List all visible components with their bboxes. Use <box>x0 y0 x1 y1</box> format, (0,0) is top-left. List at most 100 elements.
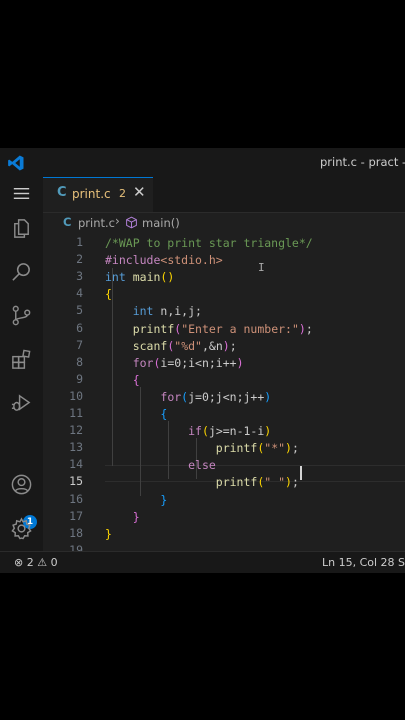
account-icon[interactable] <box>10 473 33 496</box>
code-token: #include <box>105 253 161 268</box>
code-line[interactable]: { <box>105 406 167 423</box>
code-line[interactable]: for(i=0;i<n;i++) <box>105 355 244 372</box>
menu-icon[interactable] <box>10 182 33 205</box>
code-token: { <box>105 287 112 302</box>
breadcrumb-symbol[interactable]: main() <box>142 216 180 230</box>
c-file-icon: C <box>63 215 72 229</box>
source-control-icon[interactable] <box>10 304 33 327</box>
code-token: ) <box>222 338 230 353</box>
code-token: int <box>132 304 154 319</box>
code-line[interactable]: #include<stdio.h> <box>105 252 223 269</box>
explorer-icon[interactable] <box>10 217 33 240</box>
line-number: 4 <box>76 286 83 301</box>
settings-gear-icon[interactable] <box>10 517 33 540</box>
code-token: " " <box>264 475 286 490</box>
run-debug-icon[interactable] <box>10 391 33 414</box>
code-token: } <box>160 492 168 507</box>
line-number: 2 <box>76 252 83 267</box>
code-token: "%d" <box>174 338 202 353</box>
code-line[interactable]: /*WAP to print star triangle*/ <box>105 235 313 252</box>
line-number: 12 <box>69 423 83 438</box>
code-token: { <box>160 407 168 421</box>
line-number: 11 <box>69 406 83 420</box>
breadcrumb-chevron-icon: › <box>115 214 120 228</box>
line-number: 8 <box>76 354 83 369</box>
code-token: ; <box>291 441 299 456</box>
code-token: n,i,j; <box>153 304 202 319</box>
tab-problem-count: 2 <box>119 187 126 200</box>
status-bar: ⊗ 2 ⚠ 0 Ln 15, Col 28 S <box>0 551 405 573</box>
code-token: j>=n-1-i <box>208 424 265 439</box>
code-token: for <box>160 389 182 404</box>
code-token: for <box>132 355 154 370</box>
line-number: 9 <box>76 371 83 386</box>
code-line[interactable]: if(j>=n-1-i) <box>105 423 271 440</box>
code-line[interactable]: int main() <box>105 269 174 286</box>
code-line[interactable]: printf("Enter a number:"); <box>105 321 313 338</box>
code-token: ) <box>236 355 244 370</box>
line-number: 18 <box>69 525 83 540</box>
code-token: () <box>160 270 175 285</box>
warning-icon: ⚠ <box>37 556 48 569</box>
code-token: } <box>132 509 140 524</box>
search-icon[interactable] <box>10 261 33 284</box>
code-token: ) <box>285 441 292 456</box>
code-line[interactable]: printf("*"); <box>105 440 299 457</box>
code-editor[interactable]: 1 2 3 4 5 6 7 8 9 10 11 12 13 14 15 16 17 18 19 /*WAP to p… <box>43 234 405 557</box>
code-line[interactable]: for(j=0;j<n;j++) <box>105 389 271 406</box>
indentation-indicator[interactable]: S <box>398 556 405 569</box>
tab-print-c[interactable]: C print.c 2 ✕ <box>43 177 153 212</box>
code-token: ; <box>305 321 313 336</box>
line-number: 3 <box>76 269 83 284</box>
code-token: ) <box>298 321 306 336</box>
code-token: ,&n <box>201 338 223 353</box>
code-token: main <box>132 270 161 285</box>
cursor-position[interactable]: Ln 15, Col 28 <box>322 556 395 569</box>
tab-label: print.c <box>72 187 111 201</box>
code-token: /*WAP to print star triangle*/ <box>105 236 313 250</box>
error-count: 2 <box>26 556 34 569</box>
code-token: ; <box>291 475 299 490</box>
breadcrumb-file[interactable]: print.c <box>78 216 115 230</box>
line-number: 10 <box>69 388 83 403</box>
code-line[interactable]: else <box>105 457 216 474</box>
code-token: } <box>105 526 112 541</box>
code-line[interactable]: int n,i,j; <box>105 303 202 320</box>
code-token: if <box>188 424 202 439</box>
code-line[interactable]: } <box>105 509 140 526</box>
code-line[interactable]: } <box>105 526 112 543</box>
text-cursor <box>300 466 302 480</box>
close-tab-icon[interactable]: ✕ <box>133 183 146 201</box>
code-line[interactable]: { <box>105 372 140 389</box>
line-number: 7 <box>76 337 83 352</box>
vscode-logo-icon[interactable] <box>7 154 25 172</box>
problems-indicator[interactable]: ⊗ 2 ⚠ 0 <box>14 556 58 569</box>
code-line[interactable]: printf(" "); <box>105 474 299 491</box>
code-line[interactable]: } <box>105 492 167 509</box>
line-number: 17 <box>69 508 83 523</box>
c-file-icon: C <box>57 185 67 200</box>
code-token: ( <box>201 424 209 439</box>
code-token: j=0;j<n;j++ <box>188 389 265 404</box>
extensions-icon[interactable] <box>10 348 33 371</box>
code-token: ) <box>264 424 272 439</box>
code-token: <stdio.h> <box>160 253 223 268</box>
code-line[interactable]: scanf("%d",&n); <box>105 338 237 355</box>
code-token: { <box>132 372 140 387</box>
line-number: 15 <box>69 474 83 489</box>
line-number: 14 <box>69 457 83 472</box>
code-token: else <box>188 458 216 473</box>
code-line[interactable]: { <box>105 286 112 303</box>
code-token: printf <box>132 321 175 336</box>
editor-tab-bar: C print.c 2 ✕ <box>43 177 405 213</box>
